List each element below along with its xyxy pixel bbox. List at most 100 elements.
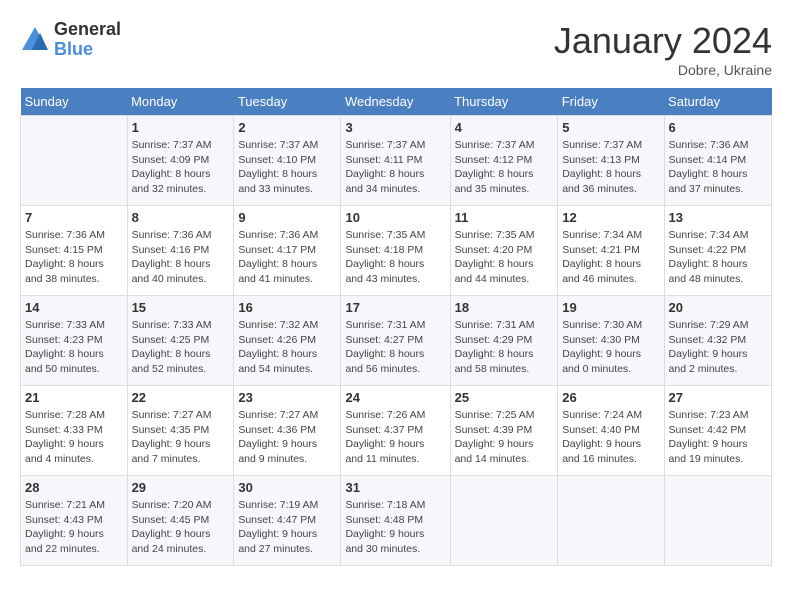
day-number: 15 (132, 300, 230, 315)
day-number: 20 (669, 300, 767, 315)
calendar-week-row: 21Sunrise: 7:28 AM Sunset: 4:33 PM Dayli… (21, 386, 772, 476)
day-info: Sunrise: 7:36 AM Sunset: 4:16 PM Dayligh… (132, 228, 230, 287)
day-number: 16 (238, 300, 336, 315)
day-number: 10 (345, 210, 445, 225)
day-info: Sunrise: 7:37 AM Sunset: 4:12 PM Dayligh… (455, 138, 554, 197)
day-info: Sunrise: 7:27 AM Sunset: 4:35 PM Dayligh… (132, 408, 230, 467)
day-number: 24 (345, 390, 445, 405)
table-row: 3 Sunrise: 7:37 AM Sunset: 4:11 PM Daylig… (341, 116, 450, 206)
day-number: 13 (669, 210, 767, 225)
logo-general: General (54, 20, 121, 40)
day-number: 23 (238, 390, 336, 405)
calendar-week-row: 14 Sunrise: 7:33 AM Sunset: 4:23 PM Dayli… (21, 296, 772, 386)
day-number: 29 (132, 480, 230, 495)
day-info: Sunrise: 7:26 AM Sunset: 4:37 PM Dayligh… (345, 408, 445, 467)
day-info: Sunrise: 7:24 AM Sunset: 4:40 PM Dayligh… (562, 408, 659, 467)
day-info: Sunrise: 7:18 AM Sunset: 4:48 PM Dayligh… (345, 498, 445, 557)
table-row (450, 476, 558, 566)
table-row: 4Sunrise: 7:37 AM Sunset: 4:12 PM Daylig… (450, 116, 558, 206)
table-row: 31 Sunrise: 7:18 AM Sunset: 4:48 PM Dayli… (341, 476, 450, 566)
col-sunday: Sunday (21, 88, 128, 116)
day-number: 19 (562, 300, 659, 315)
day-info: Sunrise: 7:36 AM Sunset: 4:17 PM Dayligh… (238, 228, 336, 287)
table-row: 30 Sunrise: 7:19 AM Sunset: 4:47 PM Dayli… (234, 476, 341, 566)
location: Dobre, Ukraine (554, 62, 772, 78)
day-number: 3 (345, 120, 445, 135)
table-row: 6 Sunrise: 7:36 AM Sunset: 4:14 PM Daylig… (664, 116, 771, 206)
table-row: 11Sunrise: 7:35 AM Sunset: 4:20 PM Dayli… (450, 206, 558, 296)
day-number: 5 (562, 120, 659, 135)
table-row: 23Sunrise: 7:27 AM Sunset: 4:36 PM Dayli… (234, 386, 341, 476)
day-number: 1 (132, 120, 230, 135)
day-number: 8 (132, 210, 230, 225)
day-info: Sunrise: 7:21 AM Sunset: 4:43 PM Dayligh… (25, 498, 123, 557)
day-info: Sunrise: 7:23 AM Sunset: 4:42 PM Dayligh… (669, 408, 767, 467)
table-row: 8 Sunrise: 7:36 AM Sunset: 4:16 PM Daylig… (127, 206, 234, 296)
day-number: 31 (345, 480, 445, 495)
table-row: 27Sunrise: 7:23 AM Sunset: 4:42 PM Dayli… (664, 386, 771, 476)
day-number: 9 (238, 210, 336, 225)
col-friday: Friday (558, 88, 664, 116)
logo-blue: Blue (54, 40, 121, 60)
table-row: 13 Sunrise: 7:34 AM Sunset: 4:22 PM Dayli… (664, 206, 771, 296)
day-info: Sunrise: 7:35 AM Sunset: 4:18 PM Dayligh… (345, 228, 445, 287)
table-row: 26 Sunrise: 7:24 AM Sunset: 4:40 PM Dayli… (558, 386, 664, 476)
day-info: Sunrise: 7:19 AM Sunset: 4:47 PM Dayligh… (238, 498, 336, 557)
logo-icon (20, 25, 50, 55)
table-row: 12 Sunrise: 7:34 AM Sunset: 4:21 PM Dayli… (558, 206, 664, 296)
day-number: 7 (25, 210, 123, 225)
day-number: 14 (25, 300, 123, 315)
table-row: 24 Sunrise: 7:26 AM Sunset: 4:37 PM Dayli… (341, 386, 450, 476)
title-block: January 2024 Dobre, Ukraine (554, 20, 772, 78)
table-row: 14 Sunrise: 7:33 AM Sunset: 4:23 PM Dayli… (21, 296, 128, 386)
table-row: 9 Sunrise: 7:36 AM Sunset: 4:17 PM Daylig… (234, 206, 341, 296)
table-row: 15 Sunrise: 7:33 AM Sunset: 4:25 PM Dayli… (127, 296, 234, 386)
day-info: Sunrise: 7:36 AM Sunset: 4:15 PM Dayligh… (25, 228, 123, 287)
day-number: 26 (562, 390, 659, 405)
table-row: 17Sunrise: 7:31 AM Sunset: 4:27 PM Dayli… (341, 296, 450, 386)
calendar-table: Sunday Monday Tuesday Wednesday Thursday… (20, 88, 772, 566)
table-row: 21Sunrise: 7:28 AM Sunset: 4:33 PM Dayli… (21, 386, 128, 476)
table-row: 20 Sunrise: 7:29 AM Sunset: 4:32 PM Dayli… (664, 296, 771, 386)
day-info: Sunrise: 7:37 AM Sunset: 4:13 PM Dayligh… (562, 138, 659, 197)
calendar-week-row: 28 Sunrise: 7:21 AM Sunset: 4:43 PM Dayli… (21, 476, 772, 566)
table-row: 29 Sunrise: 7:20 AM Sunset: 4:45 PM Dayli… (127, 476, 234, 566)
day-number: 6 (669, 120, 767, 135)
day-info: Sunrise: 7:33 AM Sunset: 4:23 PM Dayligh… (25, 318, 123, 377)
table-row: 18Sunrise: 7:31 AM Sunset: 4:29 PM Dayli… (450, 296, 558, 386)
table-row (664, 476, 771, 566)
day-info: Sunrise: 7:29 AM Sunset: 4:32 PM Dayligh… (669, 318, 767, 377)
table-row (558, 476, 664, 566)
day-info: Sunrise: 7:31 AM Sunset: 4:29 PM Dayligh… (455, 318, 554, 377)
day-info: Sunrise: 7:35 AM Sunset: 4:20 PM Dayligh… (455, 228, 554, 287)
page-header: General Blue January 2024 Dobre, Ukraine (20, 20, 772, 78)
day-number: 22 (132, 390, 230, 405)
day-info: Sunrise: 7:37 AM Sunset: 4:09 PM Dayligh… (132, 138, 230, 197)
day-number: 25 (455, 390, 554, 405)
day-info: Sunrise: 7:36 AM Sunset: 4:14 PM Dayligh… (669, 138, 767, 197)
day-number: 28 (25, 480, 123, 495)
table-row: 1 Sunrise: 7:37 AM Sunset: 4:09 PM Daylig… (127, 116, 234, 206)
table-row: 7 Sunrise: 7:36 AM Sunset: 4:15 PM Daylig… (21, 206, 128, 296)
day-number: 30 (238, 480, 336, 495)
col-monday: Monday (127, 88, 234, 116)
table-row: 16 Sunrise: 7:32 AM Sunset: 4:26 PM Dayli… (234, 296, 341, 386)
col-tuesday: Tuesday (234, 88, 341, 116)
day-info: Sunrise: 7:34 AM Sunset: 4:21 PM Dayligh… (562, 228, 659, 287)
day-info: Sunrise: 7:33 AM Sunset: 4:25 PM Dayligh… (132, 318, 230, 377)
day-number: 12 (562, 210, 659, 225)
day-info: Sunrise: 7:34 AM Sunset: 4:22 PM Dayligh… (669, 228, 767, 287)
day-info: Sunrise: 7:37 AM Sunset: 4:10 PM Dayligh… (238, 138, 336, 197)
day-number: 2 (238, 120, 336, 135)
table-row: 5 Sunrise: 7:37 AM Sunset: 4:13 PM Daylig… (558, 116, 664, 206)
day-number: 17 (345, 300, 445, 315)
logo: General Blue (20, 20, 121, 60)
col-wednesday: Wednesday (341, 88, 450, 116)
day-info: Sunrise: 7:30 AM Sunset: 4:30 PM Dayligh… (562, 318, 659, 377)
day-info: Sunrise: 7:32 AM Sunset: 4:26 PM Dayligh… (238, 318, 336, 377)
table-row: 10 Sunrise: 7:35 AM Sunset: 4:18 PM Dayli… (341, 206, 450, 296)
day-info: Sunrise: 7:20 AM Sunset: 4:45 PM Dayligh… (132, 498, 230, 557)
day-info: Sunrise: 7:37 AM Sunset: 4:11 PM Dayligh… (345, 138, 445, 197)
calendar-header-row: Sunday Monday Tuesday Wednesday Thursday… (21, 88, 772, 116)
calendar-week-row: 1 Sunrise: 7:37 AM Sunset: 4:09 PM Daylig… (21, 116, 772, 206)
